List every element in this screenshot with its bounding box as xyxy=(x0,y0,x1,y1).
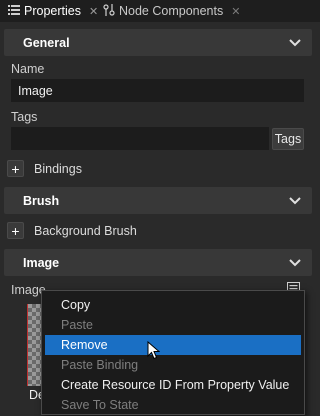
bindings-label: Bindings xyxy=(34,161,82,176)
mouse-cursor-icon xyxy=(147,340,161,363)
add-icon[interactable]: + xyxy=(7,160,24,177)
tags-label: Tags xyxy=(11,110,38,124)
context-menu: Copy Paste Remove Paste Binding Create R… xyxy=(41,290,305,415)
section-title-brush: Brush xyxy=(23,193,60,208)
section-header-image[interactable]: Image xyxy=(4,249,312,276)
background-brush-row[interactable]: + Background Brush xyxy=(7,222,137,239)
name-field[interactable] xyxy=(11,79,304,102)
menu-item-paste-binding[interactable]: Paste Binding xyxy=(45,355,301,375)
section-header-brush[interactable]: Brush xyxy=(4,187,312,214)
section-header-general[interactable]: General xyxy=(4,29,312,56)
add-icon[interactable]: + xyxy=(7,222,24,239)
menu-item-create-resource-id[interactable]: Create Resource ID From Property Value xyxy=(45,375,301,395)
section-title-image: Image xyxy=(23,255,60,270)
tags-button[interactable]: Tags xyxy=(272,128,304,150)
section-title-general: General xyxy=(23,35,70,50)
background-brush-label: Background Brush xyxy=(34,223,137,238)
menu-item-copy[interactable]: Copy xyxy=(45,295,301,315)
chevron-down-icon[interactable] xyxy=(288,194,302,208)
tags-field[interactable] xyxy=(11,127,269,150)
chevron-down-icon[interactable] xyxy=(288,36,302,50)
menu-item-paste[interactable]: Paste xyxy=(45,315,301,335)
name-label: Name xyxy=(11,62,45,76)
chevron-down-icon[interactable] xyxy=(288,256,302,270)
menu-item-remove[interactable]: Remove xyxy=(45,335,301,355)
bindings-row[interactable]: + Bindings xyxy=(7,160,82,177)
menu-item-save-to-state[interactable]: Save To State xyxy=(45,395,301,415)
properties-panel: General Name Tags Tags + Bindings Brush … xyxy=(0,0,320,416)
